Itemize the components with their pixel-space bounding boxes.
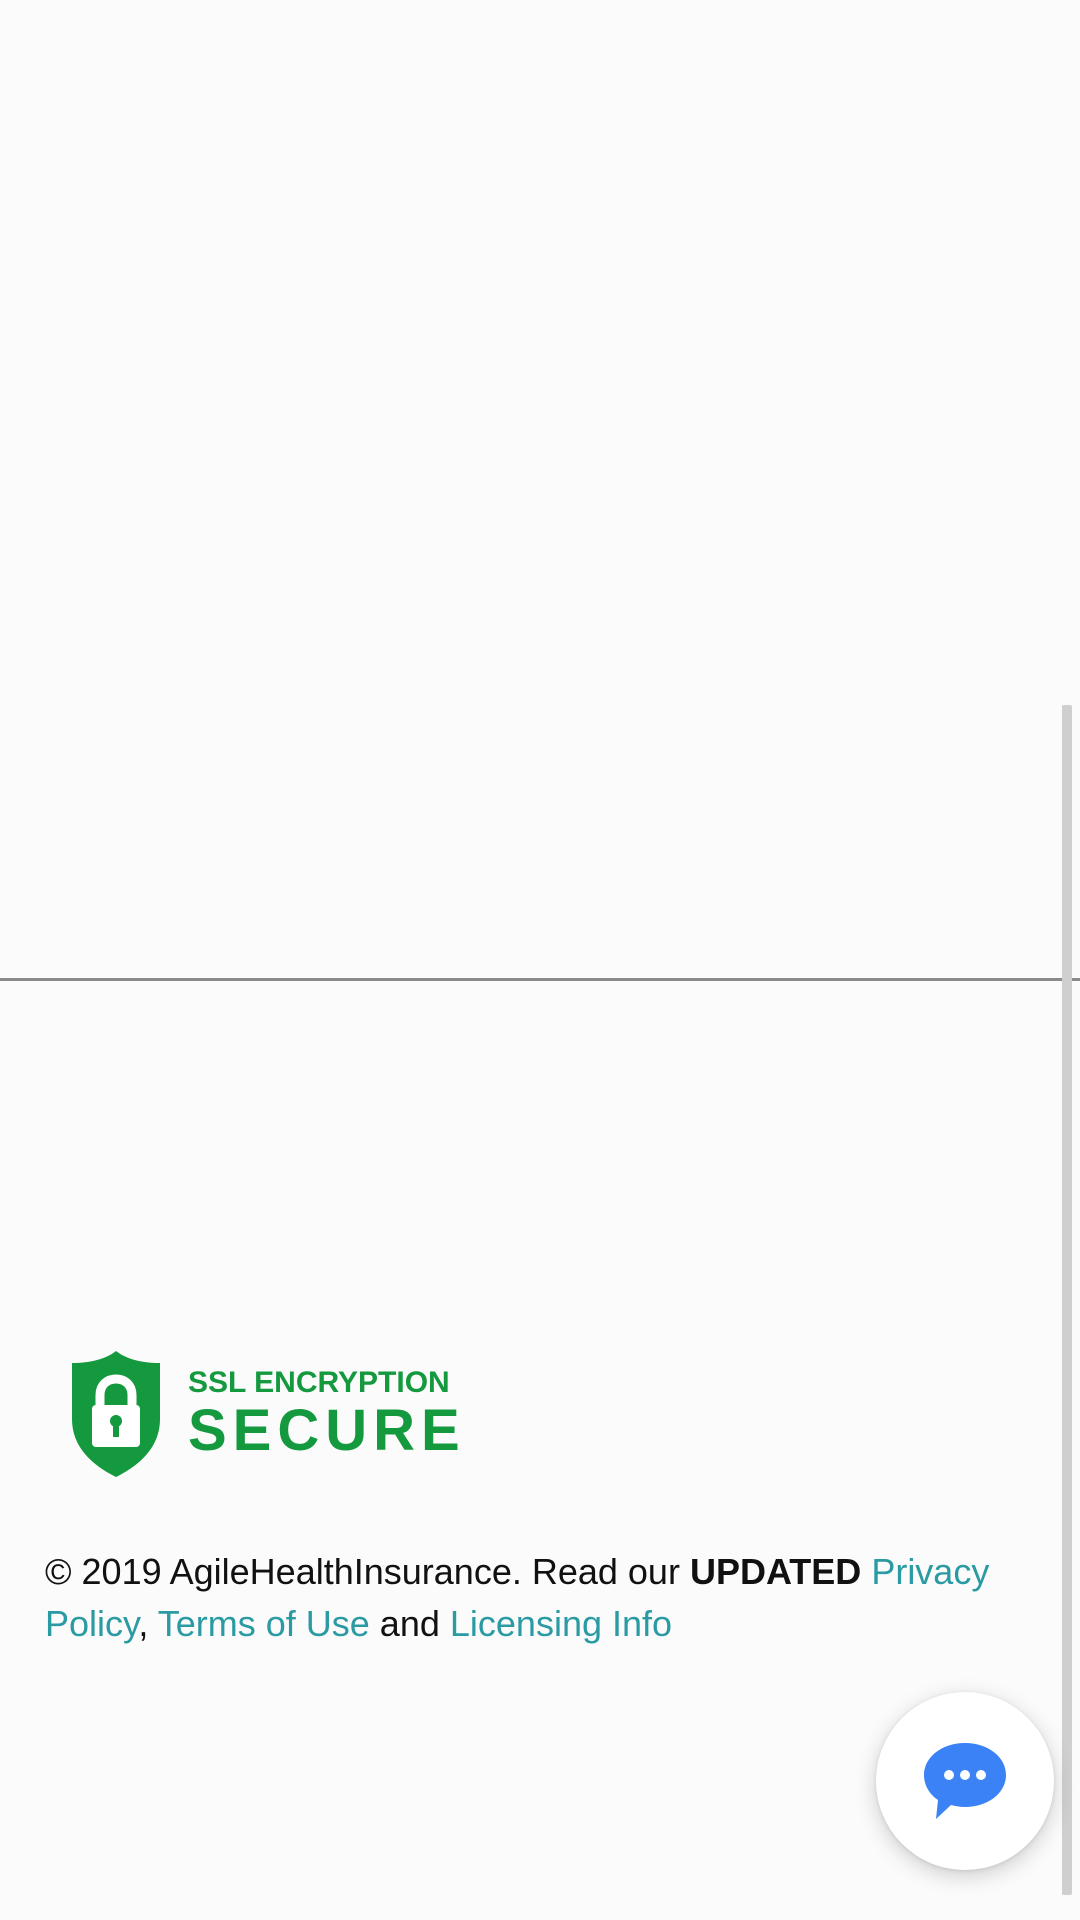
copyright-text: © 2019 AgileHealthInsurance. Read our — [45, 1551, 690, 1592]
updated-label: UPDATED — [689, 1551, 862, 1592]
chat-launcher-button[interactable] — [876, 1692, 1054, 1870]
ssl-encryption-label: SSL ENCRYPTION — [188, 1366, 450, 1399]
licensing-info-link[interactable]: Licensing Info — [450, 1603, 672, 1644]
chat-bubble-icon — [924, 1743, 1006, 1819]
page-scrollbar[interactable] — [1062, 705, 1072, 1895]
footer-legal-text: © 2019 AgileHealthInsurance. Read our UP… — [45, 1546, 1005, 1650]
shield-lock-icon — [72, 1351, 160, 1477]
comma-separator: , — [138, 1603, 149, 1644]
and-text: and — [379, 1603, 440, 1644]
section-divider — [0, 978, 1080, 981]
scrollbar-thumb[interactable] — [1062, 705, 1072, 1895]
ssl-badge-text: SSL ENCRYPTION SECURE — [188, 1368, 466, 1460]
terms-of-use-link[interactable]: Terms of Use — [158, 1603, 370, 1644]
secure-label: SECURE — [188, 1398, 466, 1463]
ssl-secure-badge: SSL ENCRYPTION SECURE — [68, 1348, 460, 1480]
